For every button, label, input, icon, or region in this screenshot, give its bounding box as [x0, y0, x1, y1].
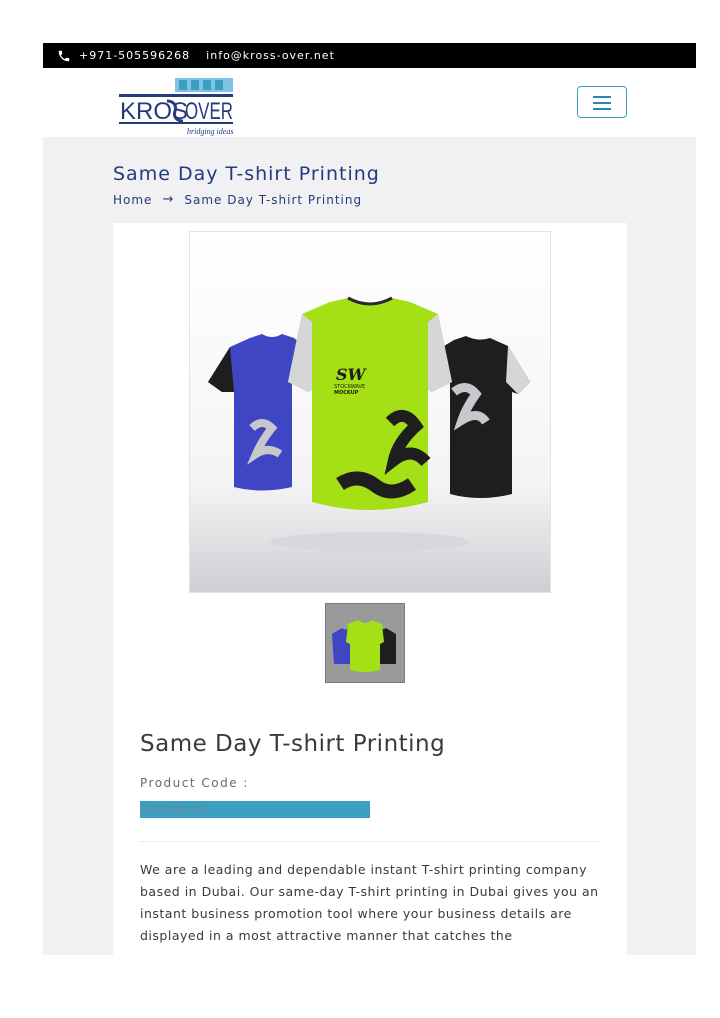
- product-main-image[interactable]: SW STOCKWAVE MOCKUP: [189, 231, 551, 593]
- breadcrumb: Home → Same Day T-shirt Printing: [113, 192, 362, 207]
- product-card: SW STOCKWAVE MOCKUP Same Day T-shirt Pri…: [113, 223, 627, 955]
- phone-icon: [58, 50, 70, 61]
- product-title: Same Day T-shirt Printing: [140, 731, 446, 757]
- product-description: We are a leading and dependable instant …: [140, 862, 599, 943]
- breadcrumb-home-link[interactable]: Home: [113, 193, 152, 207]
- shirt-logo-text: SW: [336, 365, 368, 384]
- page-frame: +971-505596268 info@kross-over.net KROS …: [43, 43, 696, 955]
- hamburger-menu-icon[interactable]: [577, 86, 627, 118]
- breadcrumb-current: Same Day T-shirt Printing: [184, 192, 363, 207]
- phone-number-link[interactable]: +971-505596268: [79, 49, 190, 62]
- logo-tagline: bridging ideas: [187, 127, 233, 136]
- page-title: Same Day T-shirt Printing: [113, 163, 380, 185]
- top-contact-bar: +971-505596268 info@kross-over.net: [43, 43, 696, 68]
- product-thumbnail[interactable]: [325, 603, 405, 683]
- content-area: Same Day T-shirt Printing Home → Same Da…: [43, 137, 696, 955]
- product-code-label: Product Code :: [140, 776, 249, 790]
- category-label: Category:: [140, 801, 370, 818]
- site-header: KROS OVER bridging ideas: [43, 68, 696, 137]
- shirt-caption-2: MOCKUP: [334, 390, 359, 396]
- divider: [140, 841, 600, 842]
- logo-text-right: OVER: [185, 98, 233, 125]
- email-link[interactable]: info@kross-over.net: [206, 49, 335, 62]
- krossover-logo[interactable]: KROS OVER bridging ideas: [117, 75, 237, 137]
- arrow-right-icon: →: [162, 192, 175, 207]
